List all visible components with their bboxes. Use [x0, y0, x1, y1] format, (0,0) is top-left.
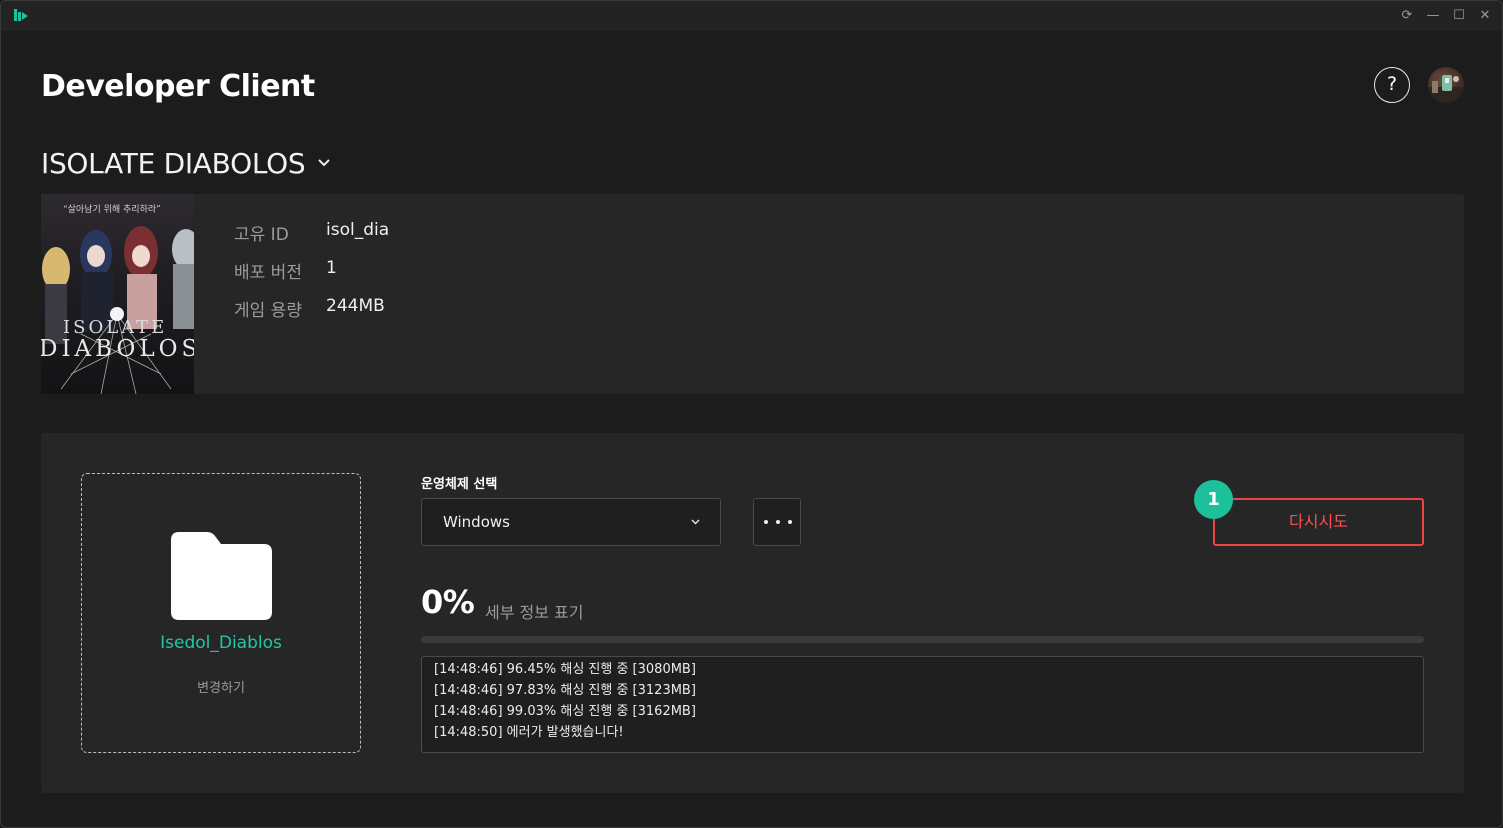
cover-title-line1: ISOLATE: [63, 317, 168, 338]
folder-name: Isedol_Diablos: [160, 633, 282, 653]
dot-icon: [776, 520, 780, 524]
help-button[interactable]: ?: [1374, 67, 1410, 103]
title-bar: ⟳ — ☐ ✕: [1, 1, 1502, 31]
retry-button[interactable]: 다시시도: [1213, 498, 1424, 546]
meta-label: 배포 버전: [234, 263, 302, 283]
refresh-icon[interactable]: ⟳: [1397, 6, 1417, 26]
close-button[interactable]: ✕: [1475, 6, 1495, 26]
avatar-image-icon: [1428, 75, 1464, 103]
folder-dropzone[interactable]: Isedol_Diablos 변경하기: [81, 473, 361, 753]
meta-label: 게임 용량: [234, 301, 302, 321]
folder-icon: [171, 532, 272, 620]
log-line: [14:48:46] 99.03% 해싱 진행 중 [3162MB]: [434, 704, 696, 719]
app-window: ⟳ — ☐ ✕ Developer Client ? ISOLATE DIABO…: [0, 0, 1503, 828]
dot-icon: [764, 520, 768, 524]
progress-bar: [421, 636, 1424, 643]
project-name: ISOLATE DIABOLOS: [41, 146, 306, 180]
game-info-card: “살아남기 위해 추리하라” ISOLATE DIABOLOS 고유 ID is…: [41, 194, 1464, 394]
chevron-down-icon: [691, 519, 700, 525]
cover-art-icon: [42, 226, 194, 394]
os-select-value: Windows: [443, 513, 510, 531]
dot-icon: [788, 520, 792, 524]
project-selector[interactable]: ISOLATE DIABOLOS: [41, 145, 331, 181]
cover-tagline: “살아남기 위해 추리하라”: [63, 205, 161, 215]
os-select-label: 운영체제 선택: [421, 477, 498, 492]
log-line: [14:48:46] 97.83% 해싱 진행 중 [3123MB]: [434, 683, 696, 698]
step-badge: 1: [1194, 480, 1233, 519]
meta-value: 244MB: [326, 296, 385, 316]
log-line: [14:48:46] 96.45% 해싱 진행 중 [3080MB]: [434, 662, 696, 677]
chevron-down-icon: [318, 159, 331, 167]
minimize-button[interactable]: —: [1423, 6, 1443, 26]
log-output[interactable]: [14:48:46] 96.45% 해싱 진행 중 [3080MB] [14:4…: [421, 656, 1424, 753]
change-folder-link[interactable]: 변경하기: [82, 677, 360, 696]
log-line: [14:48:50] 에러가 발생했습니다!: [434, 725, 624, 740]
app-logo-icon: [14, 9, 28, 21]
app-title: Developer Client: [41, 69, 315, 104]
meta-label: 고유 ID: [234, 225, 289, 245]
progress-percent: 0%: [421, 583, 475, 621]
meta-value: isol_dia: [326, 220, 390, 240]
cover-title-line2: DIABOLOS: [41, 336, 194, 362]
meta-value: 1: [326, 258, 337, 278]
build-upload-panel: Isedol_Diablos 변경하기 운영체제 선택 Windows 다시시도…: [41, 433, 1464, 793]
show-details-toggle[interactable]: 세부 정보 표기: [485, 599, 584, 623]
maximize-button[interactable]: ☐: [1449, 6, 1469, 26]
avatar[interactable]: [1428, 67, 1464, 103]
more-options-button[interactable]: [753, 498, 801, 546]
game-cover-image: “살아남기 위해 추리하라” ISOLATE DIABOLOS: [41, 194, 194, 394]
os-select-dropdown[interactable]: Windows: [421, 498, 721, 546]
